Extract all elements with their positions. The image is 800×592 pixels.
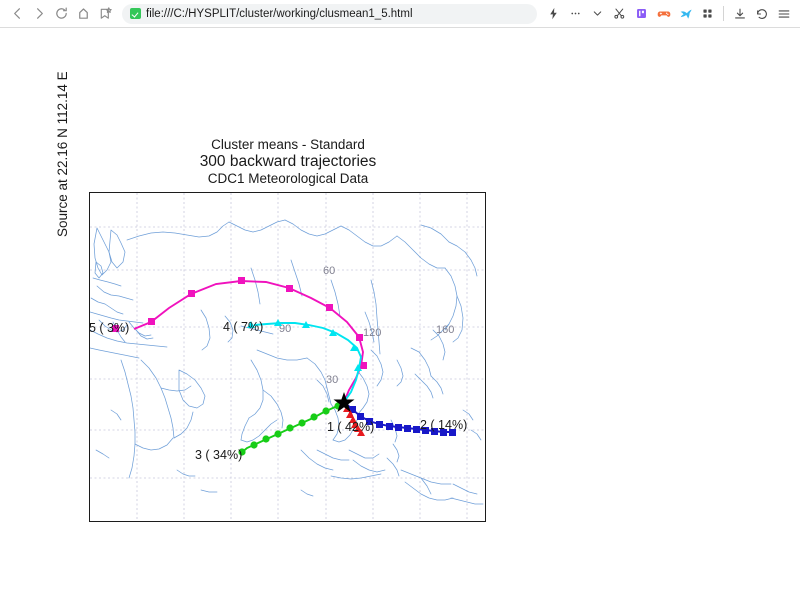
map-coastlines (90, 220, 483, 504)
url-text: file:///C:/HYSPLIT/cluster/working/clusm… (146, 8, 413, 20)
home-icon (76, 6, 91, 21)
cluster-label-2: 2 ( 14%) (420, 418, 467, 432)
cluster-label-4: 4 ( 7%) (223, 320, 263, 334)
map-canvas: 60 90 120 160 30 (90, 193, 484, 520)
plot-title-block: Cluster means - Standard 300 backward tr… (90, 137, 486, 187)
plot-title-line1: Cluster means - Standard (90, 137, 486, 153)
cluster-label-3: 3 ( 34%) (195, 448, 242, 462)
menu-button[interactable] (773, 3, 794, 24)
download-icon (733, 7, 747, 21)
map-gridlines (90, 193, 484, 520)
lightning-button[interactable] (543, 3, 564, 24)
page-content: Cluster means - Standard 300 backward tr… (0, 29, 800, 592)
address-bar[interactable]: file:///C:/HYSPLIT/cluster/working/clusm… (122, 4, 537, 24)
cluster-label-5: 5 ( 3%) (90, 321, 129, 335)
back-button[interactable] (6, 3, 28, 25)
shield-check-icon (130, 8, 141, 19)
gridlabel-120: 120 (363, 327, 381, 339)
bookmark-button[interactable] (94, 3, 116, 25)
more-dots-icon (569, 7, 582, 20)
bird-icon (679, 7, 693, 21)
trajectory-4-markers (247, 319, 362, 371)
trajectory-map: 60 90 120 160 30 (89, 192, 486, 522)
lightning-icon (547, 7, 560, 20)
chevron-down-icon (591, 7, 604, 20)
cluster-labels: 5 ( 3%) 4 ( 7%) 3 ( 34%) 1 ( 42%) 2 ( 14… (90, 320, 467, 462)
plot-title-line3: CDC1 Meteorological Data (90, 171, 486, 187)
extension-icon (635, 7, 648, 20)
toolbar-divider (723, 6, 724, 21)
home-button[interactable] (72, 3, 94, 25)
bookmark-star-icon (98, 6, 113, 21)
forward-button[interactable] (28, 3, 50, 25)
clip-button[interactable] (609, 3, 630, 24)
history-button[interactable] (751, 3, 772, 24)
gridlabel-30: 30 (326, 374, 338, 386)
gridlabel-60: 60 (323, 265, 335, 277)
downloads-button[interactable] (729, 3, 750, 24)
history-back-icon (755, 7, 769, 21)
browser-toolbar: file:///C:/HYSPLIT/cluster/working/clusm… (0, 0, 800, 28)
plot-title-line2: 300 backward trajectories (90, 153, 486, 171)
apps-grid-icon (701, 7, 714, 20)
more-options-button[interactable] (565, 3, 586, 24)
bird-button[interactable] (675, 3, 696, 24)
source-axis-label: Source at 22.16 N 112.14 E (55, 7, 75, 237)
dropdown-button[interactable] (587, 3, 608, 24)
apps-button[interactable] (697, 3, 718, 24)
extension-button[interactable] (631, 3, 652, 24)
gridlabel-160: 160 (436, 324, 454, 336)
arrow-left-icon (10, 6, 25, 21)
cluster-label-1: 1 ( 42%) (327, 420, 374, 434)
toolbar-icon-group (543, 3, 794, 24)
game-button[interactable] (653, 3, 674, 24)
menu-icon (777, 7, 791, 21)
arrow-right-icon (32, 6, 47, 21)
scissors-icon (613, 7, 626, 20)
game-controller-icon (657, 7, 671, 21)
